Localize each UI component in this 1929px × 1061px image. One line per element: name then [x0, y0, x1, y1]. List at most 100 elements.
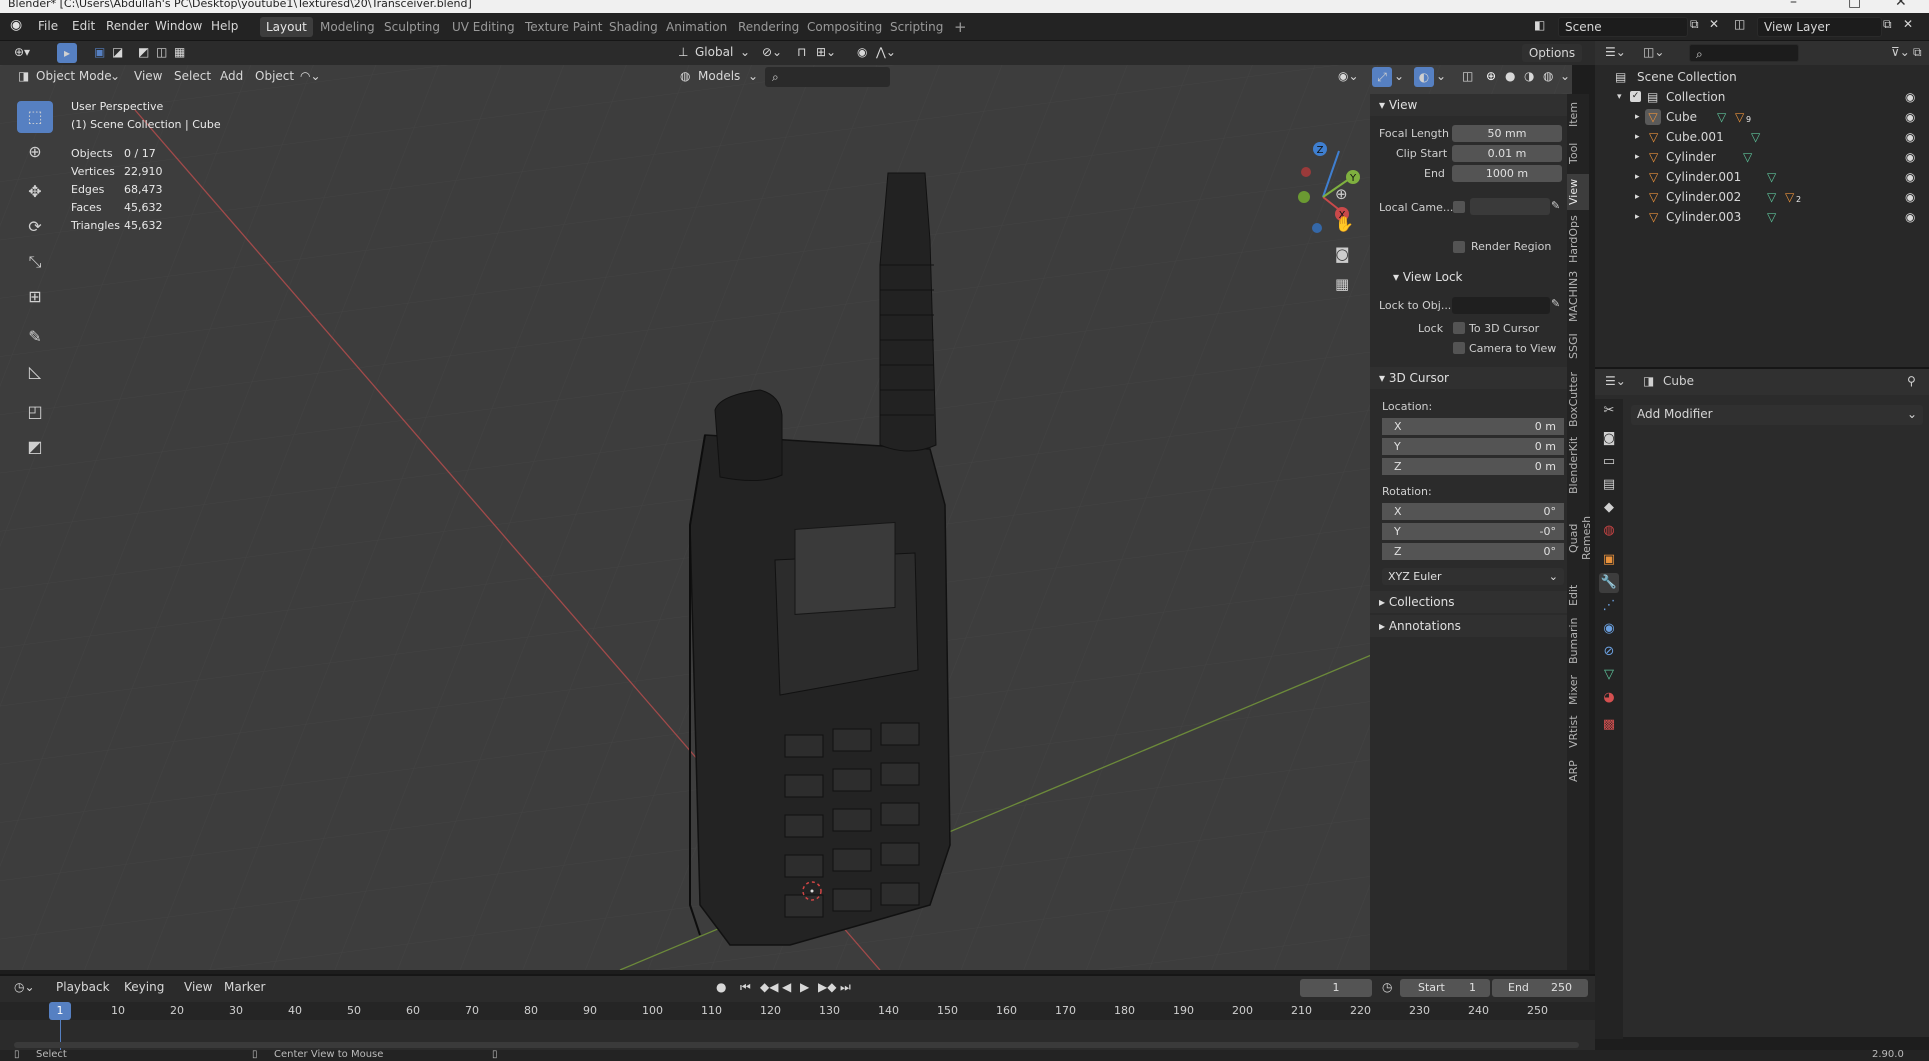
tab-rendering[interactable]: Rendering — [732, 17, 805, 37]
tab-shading[interactable]: Shading — [603, 17, 664, 37]
tab-mixer[interactable]: Mixer — [1567, 672, 1589, 708]
tab-item[interactable]: Item — [1567, 96, 1589, 132]
tab-layout[interactable]: Layout — [260, 17, 313, 37]
outliner-row-cylinder[interactable]: ▸ ▽ Cylinder ▽ ◉ — [1595, 147, 1929, 167]
view-lock-header[interactable]: ▾ View Lock — [1393, 270, 1463, 284]
play-reverse-icon[interactable]: ◀ — [782, 980, 791, 994]
wireframe-shading-icon[interactable]: ⊕ — [1486, 69, 1496, 83]
transform-affect-icon[interactable]: ◠⌄ — [300, 69, 321, 83]
jump-end-icon[interactable]: ⏭ — [840, 980, 851, 995]
view-layer-icon[interactable]: ◫ — [1734, 17, 1745, 31]
hardops-tool-icon[interactable]: ◩ — [17, 431, 53, 463]
mesh-data-tab-icon[interactable]: ▽ — [1599, 665, 1619, 685]
minimize-icon[interactable]: – — [1790, 0, 1797, 9]
local-camera-field[interactable] — [1470, 198, 1550, 215]
new-collection-icon[interactable]: ⧉ — [1913, 45, 1922, 60]
orientation-dropdown[interactable]: Global — [695, 45, 733, 59]
camera-view-icon[interactable]: ◙ — [1335, 245, 1350, 263]
outliner-row-cylinder-003[interactable]: ▸ ▽ Cylinder.003 ▽ ◉ — [1595, 207, 1929, 227]
xray-toggle-icon[interactable]: ◫ — [1462, 69, 1473, 83]
tab-vrtist[interactable]: VRtist — [1567, 712, 1589, 752]
outliner-row-scene-collection[interactable]: ▤ Scene Collection — [1595, 67, 1929, 87]
pan-hand-icon[interactable]: ✋ — [1335, 215, 1354, 233]
cursor-rotation-x[interactable]: X 0° — [1382, 503, 1564, 520]
new-scene-icon[interactable]: ⧉ — [1690, 17, 1699, 32]
tool-tab-icon[interactable]: ✂ — [1599, 401, 1619, 421]
rotation-mode-dropdown[interactable]: XYZ Euler ⌄ — [1382, 568, 1564, 585]
tab-modeling[interactable]: Modeling — [314, 17, 381, 37]
gizmo-toggle-icon[interactable]: ⤢ — [1372, 67, 1392, 87]
view-section-header[interactable]: ▾ View — [1370, 94, 1567, 116]
record-icon[interactable]: ● — [716, 980, 726, 994]
ortho-toggle-icon[interactable]: ▦ — [1335, 275, 1349, 293]
tab-bumarin[interactable]: Bumarin — [1567, 614, 1589, 668]
select-mode-intersect-icon[interactable]: ▦ — [174, 45, 185, 59]
eye-icon[interactable]: ◉ — [1905, 207, 1915, 227]
annotations-section-header[interactable]: ▸ Annotations — [1370, 615, 1567, 637]
chevron-down-icon[interactable]: ⌄ — [1394, 69, 1404, 83]
editor-type-icon[interactable]: ☰⌄ — [1605, 374, 1626, 388]
local-camera-checkbox[interactable] — [1453, 201, 1465, 213]
chevron-down-icon[interactable]: ⌄ — [1436, 69, 1446, 83]
clip-end-field[interactable]: 1000 m — [1452, 165, 1562, 182]
models-dropdown[interactable]: Models — [698, 69, 740, 83]
lock-to-object-field[interactable] — [1452, 297, 1550, 314]
tab-animation[interactable]: Animation — [660, 17, 733, 37]
options-dropdown[interactable]: Options — [1522, 44, 1582, 62]
render-region-checkbox[interactable] — [1453, 241, 1465, 253]
eyedropper-icon[interactable]: ✎ — [1551, 297, 1560, 310]
tab-tool[interactable]: Tool — [1567, 136, 1589, 170]
tab-sculpting[interactable]: Sculpting — [378, 17, 446, 37]
proportional-edit-icon[interactable]: ◉ — [857, 45, 867, 59]
editor-type-icon[interactable]: ☰⌄ — [1605, 45, 1626, 59]
focal-length-field[interactable]: 50 mm — [1452, 125, 1562, 142]
outliner-row-cube[interactable]: ▸ ▽ Cube ▽ ▽ 9 ◉ — [1595, 107, 1929, 127]
expand-icon[interactable]: ▸ — [1635, 187, 1640, 207]
tab-hardops[interactable]: HardOps — [1567, 214, 1589, 264]
playhead[interactable]: 1 — [49, 1002, 71, 1020]
rendered-shading-icon[interactable]: ◍ — [1543, 69, 1553, 83]
tab-ssgi[interactable]: SSGI — [1567, 328, 1589, 364]
outliner-row-cylinder-002[interactable]: ▸ ▽ Cylinder.002 ▽ ▽ 2 ◉ — [1595, 187, 1929, 207]
select-mode-new-icon[interactable]: ▣ — [94, 45, 105, 59]
material-shading-icon[interactable]: ◑ — [1524, 69, 1534, 83]
jump-keyframe-back-icon[interactable]: ◆◀ — [760, 980, 778, 994]
camera-to-view-checkbox[interactable] — [1453, 342, 1465, 354]
menu-help[interactable]: Help — [211, 19, 238, 33]
boxcutter-tool-icon[interactable]: ◰ — [17, 396, 53, 428]
menu-add[interactable]: Add — [220, 69, 243, 83]
tab-texture-paint[interactable]: Texture Paint — [519, 17, 608, 37]
tab-edit[interactable]: Edit — [1567, 580, 1589, 610]
menu-marker[interactable]: Marker — [224, 980, 265, 994]
filter-icon[interactable]: ⊽⌄ — [1891, 45, 1910, 59]
material-tab-icon[interactable]: ◕ — [1599, 688, 1619, 708]
tab-compositing[interactable]: Compositing — [801, 17, 888, 37]
cursor-rotation-y[interactable]: Y -0° — [1382, 523, 1564, 540]
lock-to-cursor-checkbox[interactable] — [1453, 322, 1465, 334]
eye-icon[interactable]: ◉ — [1905, 87, 1915, 107]
visibility-icon[interactable]: ◉⌄ — [1338, 69, 1359, 83]
output-tab-icon[interactable]: ▭ — [1599, 452, 1619, 472]
menu-render[interactable]: Render — [106, 19, 149, 33]
add-modifier-dropdown[interactable]: Add Modifier ⌄ — [1631, 405, 1923, 425]
constraints-tab-icon[interactable]: ⊘ — [1599, 642, 1619, 662]
snap-target-icon[interactable]: ⊞⌄ — [816, 45, 836, 59]
select-mode-extend-icon[interactable]: ◪ — [112, 45, 123, 59]
rotate-tool-icon[interactable]: ⟳ — [17, 211, 53, 243]
object-tab-icon[interactable]: ▣ — [1599, 550, 1619, 570]
menu-playback[interactable]: Playback — [56, 980, 110, 994]
tab-uv-editing[interactable]: UV Editing — [446, 17, 521, 37]
stopwatch-icon[interactable]: ◷ — [1382, 980, 1392, 994]
jump-start-icon[interactable]: ⏮ — [740, 980, 751, 995]
start-frame-field[interactable]: Start 1 — [1400, 979, 1490, 997]
select-tool-icon[interactable]: ▸ — [57, 43, 77, 63]
jump-keyframe-forward-icon[interactable]: ▶◆ — [818, 980, 836, 994]
add-workspace-icon[interactable]: + — [948, 17, 973, 37]
blender-logo-icon[interactable]: ◉ — [10, 17, 22, 33]
physics-tab-icon[interactable]: ◉ — [1599, 619, 1619, 639]
asset-search-input[interactable]: ⌕ — [765, 67, 890, 87]
menu-object[interactable]: Object — [255, 69, 294, 83]
cursor-rotation-z[interactable]: Z 0° — [1382, 543, 1564, 560]
scene-tab-icon[interactable]: ◆ — [1599, 498, 1619, 518]
expand-icon[interactable]: ▸ — [1635, 147, 1640, 167]
